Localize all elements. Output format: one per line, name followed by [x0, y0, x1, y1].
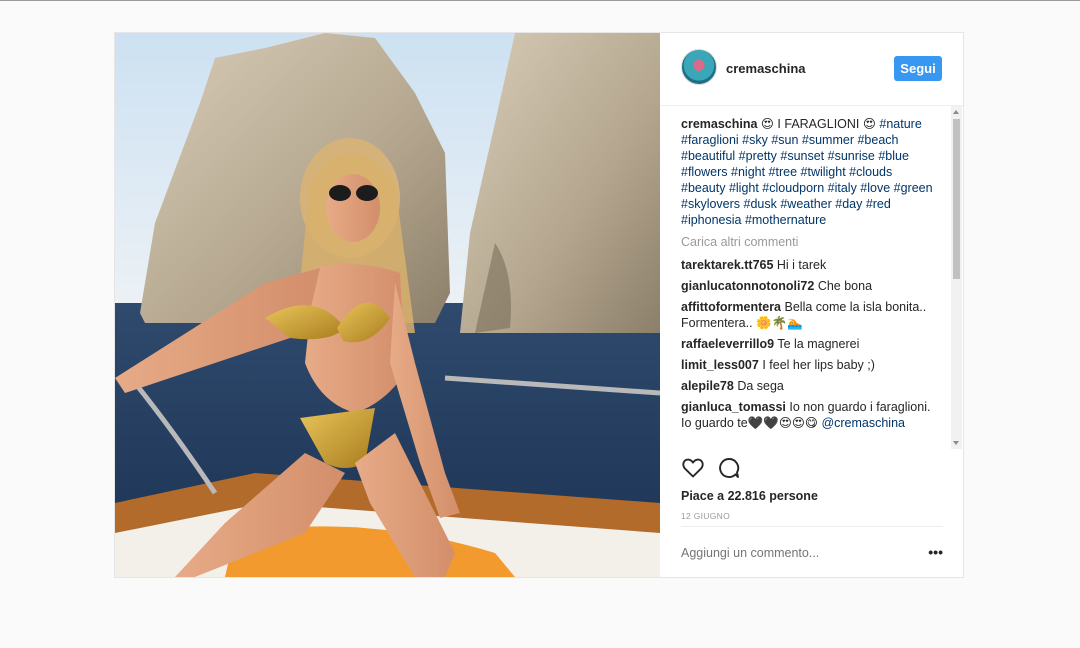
comment-icon[interactable]	[717, 456, 741, 480]
comment-text: Che bona	[817, 279, 873, 293]
follow-button[interactable]: Segui	[894, 56, 942, 81]
comment-username[interactable]: gianlucatonnotonoli72	[681, 279, 814, 293]
load-more-comments[interactable]: Carica altri commenti	[681, 234, 938, 250]
comment-mention[interactable]: @cremaschina	[821, 416, 905, 430]
header-username[interactable]: cremaschina	[726, 61, 806, 76]
comment-username[interactable]: gianluca_tomassi	[681, 400, 786, 414]
comment-username[interactable]: tarektarek.tt765	[681, 258, 773, 272]
comment-text: Te la magnerei	[777, 337, 860, 351]
scroll-up-arrow-icon[interactable]	[953, 110, 959, 114]
add-comment-input[interactable]	[681, 546, 901, 560]
comment-username[interactable]: raffaeleverrillo9	[681, 337, 774, 351]
comment-text: Da sega	[737, 379, 784, 393]
post-photo[interactable]	[115, 33, 660, 577]
list-item: alepile78 Da sega	[681, 378, 938, 394]
avatar[interactable]	[681, 49, 717, 85]
post-photo-illustration	[115, 33, 660, 577]
comment-text: I feel her lips baby ;)	[762, 358, 875, 372]
instagram-post: cremaschina Segui cremaschina 😍 I FARAGL…	[114, 32, 964, 578]
more-options-icon[interactable]: •••	[928, 544, 943, 560]
caption-username[interactable]: cremaschina	[681, 117, 757, 131]
scroll-thumb[interactable]	[953, 119, 960, 279]
comments-section: cremaschina 😍 I FARAGLIONI 😍 #nature #fa…	[660, 105, 963, 449]
post-date: 12 GIUGNO	[681, 511, 730, 521]
comments-list: cremaschina 😍 I FARAGLIONI 😍 #nature #fa…	[681, 116, 938, 436]
comments-scrollbar[interactable]	[951, 106, 962, 449]
likes-count[interactable]: Piace a 22.816 persone	[681, 489, 818, 503]
scroll-down-arrow-icon[interactable]	[953, 441, 959, 445]
list-item: raffaeleverrillo9 Te la magnerei	[681, 336, 938, 352]
list-item: gianluca_tomassi Io non guardo i faragli…	[681, 399, 938, 431]
heart-icon[interactable]	[681, 456, 705, 480]
list-item: affittoformentera Bella come la isla bon…	[681, 299, 938, 331]
comment-text: Hi i tarek	[776, 258, 827, 272]
comment-username[interactable]: affittoformentera	[681, 300, 781, 314]
list-item: limit_less007 I feel her lips baby ;)	[681, 357, 938, 373]
comment-username[interactable]: limit_less007	[681, 358, 759, 372]
caption-text: 😍 I FARAGLIONI 😍	[760, 117, 876, 131]
add-comment-bar: •••	[681, 526, 943, 579]
post-sidebar: cremaschina Segui cremaschina 😍 I FARAGL…	[660, 33, 963, 577]
post-header: cremaschina Segui	[660, 33, 963, 105]
caption: cremaschina 😍 I FARAGLIONI 😍 #nature #fa…	[681, 116, 938, 228]
comment-username[interactable]: alepile78	[681, 379, 734, 393]
list-item: tarektarek.tt765 Hi i tarek	[681, 257, 938, 273]
caption-hashtags[interactable]: #nature #faraglioni #sky #sun #summer #b…	[681, 117, 933, 227]
list-item: gianlucatonnotonoli72 Che bona	[681, 278, 938, 294]
